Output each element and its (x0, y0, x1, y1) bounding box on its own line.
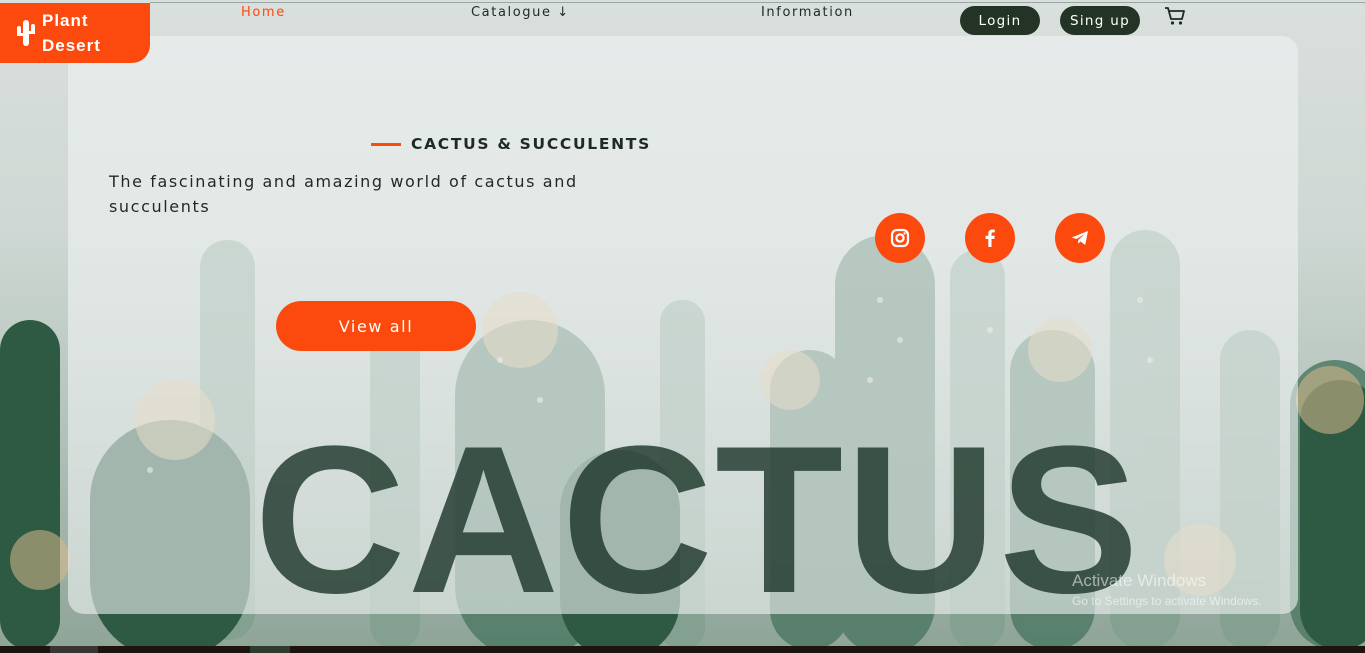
watermark-line1: Activate Windows (1072, 571, 1207, 590)
nav-home-link[interactable]: Home (241, 5, 286, 20)
telegram-icon (1071, 231, 1088, 245)
hero-big-word: CACTUS (254, 402, 1141, 637)
brand-name: Plant Desert (42, 8, 122, 58)
nav-catalogue-link[interactable]: Catalogue ↓ (471, 5, 570, 20)
login-button[interactable]: Login (960, 6, 1040, 35)
taskbar-button[interactable] (50, 646, 98, 653)
watermark-line2: Go to Settings to activate Windows. (1072, 594, 1262, 608)
facebook-button[interactable] (965, 213, 1015, 263)
facebook-icon (985, 229, 995, 247)
top-border (150, 2, 1365, 3)
taskbar-button[interactable] (250, 646, 290, 653)
taskbar-strip (0, 646, 1365, 653)
telegram-button[interactable] (1055, 213, 1105, 263)
signup-button[interactable]: Sing up (1060, 6, 1140, 35)
hero-eyebrow: CACTUS & SUCCULENTS (411, 135, 651, 153)
instagram-button[interactable] (875, 213, 925, 263)
hero-tagline: The fascinating and amazing world of cac… (109, 172, 578, 216)
eyebrow-accent-line (371, 143, 401, 146)
view-all-button[interactable]: View all (276, 301, 476, 351)
instagram-icon (890, 228, 910, 248)
cart-icon[interactable] (1164, 6, 1186, 26)
brand-name-line1: Plant (42, 11, 89, 30)
activate-windows-watermark: Activate Windows Go to Settings to activ… (1072, 571, 1261, 608)
cactus-icon (17, 20, 35, 46)
brand-logo[interactable]: Plant Desert (0, 3, 150, 63)
nav-information-link[interactable]: Information (761, 5, 854, 20)
brand-name-line2: Desert (42, 36, 101, 55)
